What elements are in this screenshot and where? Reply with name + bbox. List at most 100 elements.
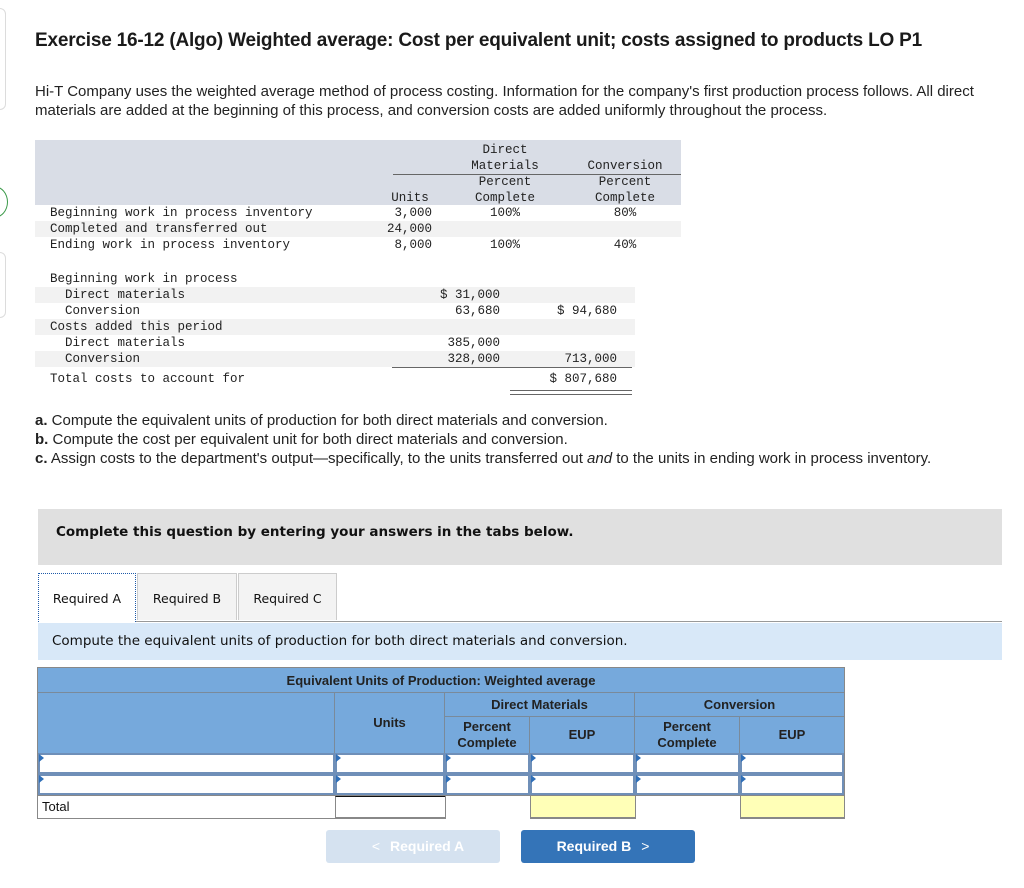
task-list: a. Compute the equivalent units of produ… — [35, 411, 995, 468]
row-label: Ending work in process inventory — [50, 238, 291, 252]
task-a: a. Compute the equivalent units of produ… — [35, 411, 995, 430]
row-amount: $ 31,000 — [439, 288, 500, 302]
row1-units-input[interactable] — [335, 753, 445, 774]
tab-instruction-text: Compute the equivalent units of producti… — [52, 633, 628, 649]
row-label: Direct materials — [65, 288, 186, 302]
eup-answer-table: Equivalent Units of Production: Weighted… — [37, 667, 845, 819]
header-direct: Direct — [482, 143, 528, 157]
row2-units-input[interactable] — [335, 774, 445, 795]
tab-required-c[interactable]: Required C — [238, 573, 337, 620]
row-cv-percent: 40% — [613, 238, 637, 252]
row2-label-field[interactable] — [40, 776, 333, 793]
row-subtotal: 713,000 — [564, 352, 617, 366]
row1-cv-percent-field[interactable] — [637, 755, 738, 772]
instructions-text: Complete this question by entering your … — [56, 524, 574, 540]
header-dm-complete: Complete — [474, 191, 535, 205]
row2-units-field[interactable] — [337, 776, 443, 793]
header-complete: Complete — [457, 735, 517, 750]
table-row: Direct materials $ 31,000 — [35, 287, 635, 303]
underline — [510, 367, 632, 368]
task-b: b. Compute the cost per equivalent unit … — [35, 430, 995, 449]
row2-dm-eup-input[interactable] — [530, 774, 635, 795]
row2-dm-percent-field[interactable] — [447, 776, 528, 793]
task-c-text: Assign costs to the department's output—… — [47, 450, 588, 467]
row-amount: 328,000 — [447, 352, 500, 366]
given-units-table: Direct Materials Conversion Percent Comp… — [35, 140, 681, 253]
row-units: 24,000 — [386, 222, 432, 236]
next-required-b-button[interactable]: Required B > — [521, 830, 695, 863]
table-row: Total costs to account for $ 807,680 — [35, 371, 635, 395]
header-dm-eup: EUP — [530, 717, 635, 753]
row2-dm-percent-input[interactable] — [445, 774, 530, 795]
header-conversion: Conversion — [587, 159, 663, 173]
task-a-text: Compute the equivalent units of producti… — [47, 412, 608, 429]
task-c-emphasis: and — [587, 450, 613, 467]
table-row: Conversion 63,680 $ 94,680 — [35, 303, 635, 320]
exercise-title: Exercise 16-12 (Algo) Weighted average: … — [35, 30, 922, 51]
header-conversion: Conversion — [635, 693, 844, 717]
next-button-label: Required B — [556, 838, 632, 854]
task-b-label: b. — [35, 431, 49, 448]
row-amount: 385,000 — [447, 336, 500, 350]
chevron-left-icon: < — [371, 838, 381, 854]
row1-dm-percent-field[interactable] — [447, 755, 528, 772]
row-label: Conversion — [65, 304, 141, 318]
row-label: Costs added this period — [50, 320, 223, 334]
table-row: Direct materials 385,000 — [35, 335, 635, 351]
row-total: $ 807,680 — [549, 372, 617, 386]
row2-dm-eup-field[interactable] — [532, 776, 633, 793]
header-cv-eup: EUP — [740, 717, 844, 753]
side-panel-card — [0, 8, 6, 110]
row2-cv-eup-input[interactable] — [740, 774, 844, 795]
row2-cv-eup-field[interactable] — [742, 776, 842, 793]
header-dm-percent: Percent — [478, 175, 532, 189]
row1-dm-percent-input[interactable] — [445, 753, 530, 774]
row1-cv-percent-input[interactable] — [635, 753, 740, 774]
table-row: Costs added this period — [35, 319, 635, 335]
row-cv-percent: 80% — [613, 206, 637, 220]
table-row: Beginning work in process inventory 3,00… — [35, 205, 681, 221]
row1-units-field[interactable] — [337, 755, 443, 772]
total-dm-eup-cell — [530, 796, 635, 819]
row-label: Beginning work in process — [50, 272, 238, 286]
row-units: 8,000 — [394, 238, 432, 252]
task-c: c. Assign costs to the department's outp… — [35, 449, 995, 468]
header-percent: Percent — [663, 719, 711, 734]
header-blank — [38, 693, 335, 753]
row-subtotal: $ 94,680 — [556, 304, 617, 318]
progress-circle-icon[interactable] — [0, 186, 8, 218]
table-row: Conversion 328,000 713,000 — [35, 351, 635, 368]
header-complete: Complete — [657, 735, 717, 750]
row-label: Conversion — [65, 352, 141, 366]
total-row: Total — [38, 795, 844, 819]
total-dm-percent-cell — [445, 796, 530, 819]
header-units: Units — [335, 693, 445, 753]
total-cv-eup-cell — [740, 796, 844, 819]
header-direct-materials: Direct Materials — [445, 693, 635, 717]
row1-cv-eup-field[interactable] — [742, 755, 842, 772]
tab-required-a[interactable]: Required A — [38, 573, 136, 622]
header-units: Units — [391, 191, 429, 205]
row1-label-input[interactable] — [38, 753, 335, 774]
row-label: Completed and transferred out — [50, 222, 268, 236]
row-amount: 63,680 — [454, 304, 500, 318]
row1-dm-eup-field[interactable] — [532, 755, 633, 772]
header-cv-percent-complete: Percent Complete — [635, 717, 740, 753]
total-units-cell — [335, 796, 445, 819]
task-b-text: Compute the cost per equivalent unit for… — [48, 431, 568, 448]
tab-instruction: Compute the equivalent units of producti… — [38, 623, 1002, 660]
costs-table: Beginning work in process Direct materia… — [35, 271, 635, 395]
tab-bar: Required A Required B Required C — [38, 573, 1002, 622]
tab-required-b[interactable]: Required B — [137, 573, 237, 620]
row1-label-field[interactable] — [40, 755, 333, 772]
row1-cv-eup-input[interactable] — [740, 753, 844, 774]
row2-cv-percent-input[interactable] — [635, 774, 740, 795]
header-cv-complete: Complete — [594, 191, 655, 205]
prev-button-label: Required A — [390, 838, 465, 854]
task-c-label: c. — [35, 450, 48, 467]
row2-label-input[interactable] — [38, 774, 335, 795]
row1-dm-eup-input[interactable] — [530, 753, 635, 774]
prev-required-a-button[interactable]: < Required A — [326, 830, 500, 863]
row2-cv-percent-field[interactable] — [637, 776, 738, 793]
task-c-text: to the units in ending work in process i… — [612, 450, 932, 467]
